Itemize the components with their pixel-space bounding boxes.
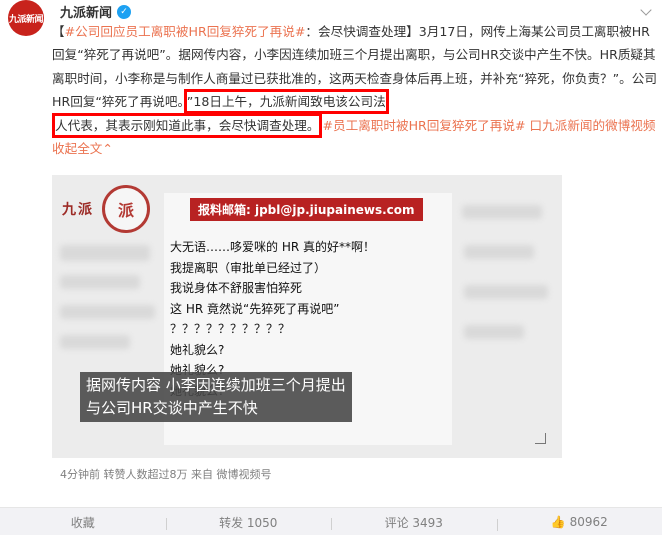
repost-button[interactable]: 转发 1050 bbox=[165, 514, 332, 531]
hashtag-link[interactable]: #公司回应员工离职被HR回复猝死了再说# bbox=[65, 24, 306, 39]
thumbs-up-icon: 👍 bbox=[550, 515, 566, 529]
author-name[interactable]: 九派新闻 bbox=[60, 2, 112, 21]
blurred-area bbox=[464, 245, 534, 259]
repost-label: 转发 1050 bbox=[219, 515, 278, 530]
action-bar: 收藏 转发 1050 评论 3493 👍 80962 bbox=[0, 507, 662, 535]
blurred-area bbox=[60, 245, 150, 261]
comment-button[interactable]: 评论 3493 bbox=[331, 514, 497, 531]
video-logo: 九派 派 bbox=[62, 185, 150, 233]
highlight-box-1: ”18日上午，九派新闻致电该公司法 bbox=[183, 89, 389, 115]
chevron-down-icon[interactable] bbox=[640, 4, 652, 16]
subtitle-line-2: 与公司HR交谈中产生不快 bbox=[86, 399, 258, 417]
logo-text: 九派 bbox=[62, 202, 94, 218]
email-banner: 报料邮箱: jpbl@jp.jiupainews.com bbox=[190, 198, 423, 221]
blurred-area bbox=[464, 285, 548, 299]
favorite-button[interactable]: 收藏 bbox=[0, 514, 166, 531]
hashtag-link-2[interactable]: #员工离职时被HR回复猝死了再说# bbox=[322, 118, 525, 133]
logo-icon: 派 bbox=[102, 185, 150, 233]
text-bracket: 【 bbox=[52, 24, 65, 39]
subtitle-line-1: 据网传内容 小李因连续加班三个月提出 bbox=[86, 376, 346, 394]
video-subtitle: 据网传内容 小李因连续加班三个月提出 与公司HR交谈中产生不快 bbox=[80, 372, 352, 422]
favorite-label: 收藏 bbox=[70, 515, 95, 530]
comment-label: 评论 3493 bbox=[384, 515, 443, 530]
blurred-area bbox=[60, 275, 140, 289]
video-source-link[interactable]: 口九派新闻的微博视频 bbox=[530, 118, 656, 133]
verified-icon: ✓ bbox=[117, 4, 132, 19]
author-row: 九派新闻 ✓ bbox=[60, 2, 132, 21]
chat-line: 这 HR 竟然说“先猝死了再说吧” bbox=[170, 301, 340, 316]
collapse-icon[interactable]: ⌃ bbox=[102, 141, 113, 156]
highlight-box-2: 人代表，其表示刚知道此事，会尽快调查处理。 bbox=[52, 112, 323, 138]
weibo-post: 九派新闻 九派新闻 ✓ 【#公司回应员工离职被HR回复猝死了再说#：会尽快调查处… bbox=[0, 0, 662, 535]
chat-line: ？？？？？？？？？？ bbox=[170, 322, 291, 336]
chat-line: 我说身体不舒服害怕猝死 bbox=[170, 281, 303, 295]
blurred-area bbox=[60, 335, 130, 349]
chat-line: 我提离职（审批单已经过了） bbox=[170, 260, 327, 275]
chat-line: 大无语……哆爱咪的 HR 真的好**啊！ bbox=[170, 240, 375, 254]
collapse-link[interactable]: 收起全文 bbox=[52, 141, 102, 156]
blurred-area bbox=[464, 325, 524, 339]
resize-icon[interactable] bbox=[535, 433, 546, 444]
chat-line: 她礼貌么? bbox=[170, 342, 225, 357]
post-text: 【#公司回应员工离职被HR回复猝死了再说#：会尽快调查处理】3月17日，网传上海… bbox=[52, 20, 658, 160]
like-button[interactable]: 👍 80962 bbox=[496, 515, 662, 531]
blurred-area bbox=[462, 205, 542, 219]
blurred-area bbox=[60, 305, 155, 319]
video-player[interactable]: 九派 派 报料邮箱: jpbl@jp.jiupainews.com 大无语……哆… bbox=[52, 175, 562, 458]
like-count: 80962 bbox=[569, 515, 608, 529]
avatar[interactable]: 九派新闻 bbox=[8, 0, 44, 36]
post-meta: 4分钟前 转赞人数超过8万 来自 微博视频号 bbox=[60, 468, 272, 481]
